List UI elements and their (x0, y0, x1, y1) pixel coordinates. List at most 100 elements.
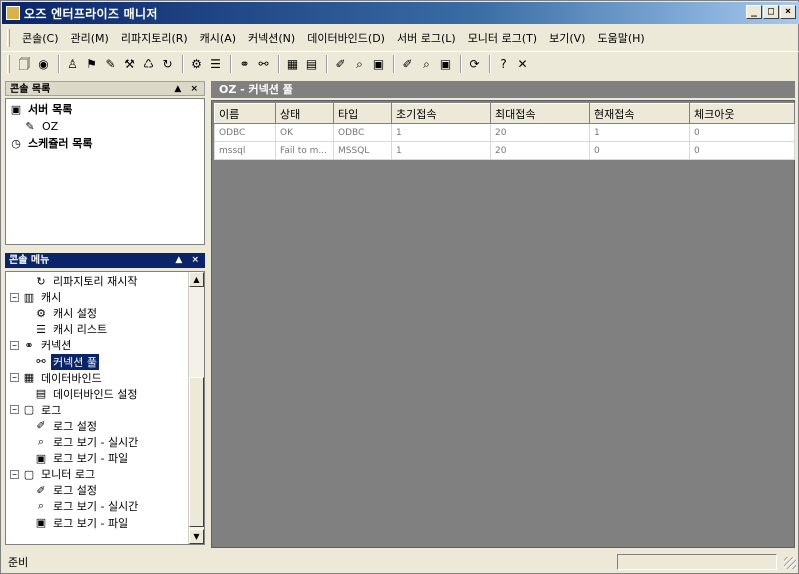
menu-tree-item[interactable]: ⚙ 캐시 설정 (34, 305, 99, 321)
menu-tree-label: 데이터바인드 설정 (53, 387, 138, 401)
table-cell: 0 (589, 141, 690, 160)
minimize-button[interactable]: _ (746, 5, 762, 19)
table-row[interactable]: ODBC OK ODBC 1 20 1 0 (214, 123, 795, 142)
toolbar-grip[interactable] (7, 55, 10, 73)
menu-tree-item[interactable]: ▣ 로그 보기 - 파일 (34, 450, 130, 466)
column-header[interactable]: 체크아웃 (689, 103, 795, 124)
menu-scrollbar[interactable]: ▲ ▼ (188, 272, 204, 544)
server-tree-item[interactable]: ✎ OZ (23, 118, 60, 134)
menu-tree-label: 모니터 로그 (41, 468, 96, 482)
column-header[interactable]: 초기접속 (391, 103, 491, 124)
collapse-icon[interactable]: − (10, 405, 19, 415)
column-header[interactable]: 이름 (214, 103, 276, 124)
menu-tree-label: 로그 보기 - 파일 (53, 516, 129, 530)
menu-item-7[interactable]: 모니터 로그(T) (462, 27, 543, 49)
collapse-icon[interactable]: − (10, 469, 19, 479)
server-pane-controls[interactable]: ▲ × (174, 82, 201, 97)
collapse-icon[interactable]: − (10, 340, 19, 350)
column-header[interactable]: 타입 (333, 103, 392, 124)
table-cell: 0 (689, 141, 795, 160)
collapse-icon[interactable]: − (10, 292, 19, 302)
server-tree: ▣ 서버 목록 ✎ OZ ◷ 스케쥴러 목록 (5, 98, 205, 245)
close-window-button[interactable]: × (780, 5, 796, 19)
toolbar-separator (460, 54, 462, 73)
collapse-icon[interactable]: − (10, 373, 19, 383)
menu-item-0[interactable]: 콘솔(C) (16, 27, 65, 49)
log-setting-icon[interactable]: ✐ (332, 55, 349, 73)
title-bar[interactable]: 오즈 엔터프라이즈 매니저 _ □ × (2, 2, 799, 24)
menu-pane-title: 콘솔 메뉴 (9, 255, 50, 266)
cache-setting-icon[interactable]: ⚙ (188, 55, 205, 73)
table-cell: ODBC (333, 123, 392, 142)
menu-tree-item[interactable]: − ▦ 데이터바인드 (10, 370, 104, 386)
server-tree-item[interactable]: ▣ 서버 목록 (9, 101, 74, 117)
menu-pane-controls[interactable]: ▲ × (175, 253, 202, 268)
connection-icon[interactable]: ⚭ (236, 55, 253, 73)
menu-tree-label: 로그 설정 (53, 484, 97, 498)
menu-tree-item[interactable]: ▣ 로그 보기 - 파일 (34, 515, 130, 531)
menu-tree-item[interactable]: ☰ 캐시 리스트 (34, 321, 109, 337)
column-header[interactable]: 최대접속 (490, 103, 590, 124)
toolbar-separator (58, 54, 60, 73)
connection-pool-icon[interactable]: ⚯ (255, 55, 272, 73)
help-icon[interactable]: ? (495, 55, 512, 73)
disconnect-icon[interactable]: ◉ (35, 55, 52, 73)
connection-icon: ⚭ (24, 338, 34, 352)
connect-icon[interactable]: 🗍 (16, 55, 33, 73)
menu-tree-label: 로그 설정 (53, 419, 97, 433)
refresh-icon[interactable]: ⟳ (466, 55, 483, 73)
permission-icon[interactable]: ✎ (102, 55, 119, 73)
scroll-down-arrow[interactable]: ▼ (189, 529, 204, 544)
scroll-thumb[interactable] (189, 377, 204, 527)
menu-tree-item[interactable]: − ▢ 로그 (10, 402, 63, 418)
repository-restart-icon[interactable]: ↻ (159, 55, 176, 73)
monitor-realtime-icon[interactable]: ⌕ (418, 55, 435, 73)
scroll-up-arrow[interactable]: ▲ (189, 272, 204, 287)
menu-tree-item[interactable]: ✐ 로그 설정 (34, 418, 99, 434)
table-cell: 1 (391, 141, 491, 160)
menu-item-8[interactable]: 보기(V) (543, 27, 591, 49)
cache-list-icon[interactable]: ☰ (207, 55, 224, 73)
user-icon[interactable]: ♙ (64, 55, 81, 73)
tools-icon[interactable]: ⚒ (121, 55, 138, 73)
resize-grip[interactable] (784, 557, 796, 569)
menu-item-1[interactable]: 관리(M) (65, 27, 115, 49)
monitor-file-icon[interactable]: ▣ (437, 55, 454, 73)
server-tree-label: 스케쥴러 목록 (28, 137, 93, 150)
column-header[interactable]: 현재접속 (589, 103, 690, 124)
log-file-icon[interactable]: ▣ (370, 55, 387, 73)
menu-item-6[interactable]: 서버 로그(L) (391, 27, 462, 49)
log-realtime-icon[interactable]: ⌕ (351, 55, 368, 73)
menu-item-2[interactable]: 리파지토리(R) (115, 27, 194, 49)
table-cell: 0 (689, 123, 795, 142)
monitor-realtime-icon: ⌕ (37, 499, 45, 513)
menu-tree-label: 로그 보기 - 실시간 (53, 436, 139, 449)
menu-tree-item[interactable]: − ▥ 캐시 (10, 289, 63, 305)
menu-item-9[interactable]: 도움말(H) (591, 27, 650, 49)
server-tree-label: 서버 목록 (28, 103, 73, 116)
menu-tree-item[interactable]: − ▢ 모니터 로그 (10, 466, 97, 482)
monitor-setting-icon[interactable]: ✐ (399, 55, 416, 73)
menu-item-4[interactable]: 커넥션(N) (242, 27, 301, 49)
repository-icon[interactable]: ♺ (140, 55, 157, 73)
column-header[interactable]: 상태 (275, 103, 334, 124)
server-icon: ✎ (25, 119, 35, 133)
menu-tree-item[interactable]: ⌕ 로그 보기 - 실시간 (34, 434, 140, 450)
repository-restart-icon: ↻ (36, 274, 46, 288)
menu-tree-item[interactable]: ↻ 리파지토리 재시작 (34, 273, 139, 289)
menu-tree-item[interactable]: − ⚭ 커넥션 (10, 337, 73, 353)
menu-tree-item[interactable]: ▤ 데이터바인드 설정 (34, 386, 139, 402)
menubar-grip[interactable] (7, 29, 10, 47)
close-icon[interactable]: ✕ (514, 55, 531, 73)
server-tree-item[interactable]: ◷ 스케쥴러 목록 (9, 135, 95, 151)
menu-tree-item[interactable]: ⌕ 로그 보기 - 실시간 (34, 498, 140, 514)
databind-setting-icon[interactable]: ▤ (303, 55, 320, 73)
menu-tree-item[interactable]: ⚯ 커넥션 풀 (34, 353, 99, 370)
table-row[interactable]: mssql Fail to m... MSSQL 1 20 0 0 (214, 141, 795, 160)
group-icon[interactable]: ⚑ (83, 55, 100, 73)
menu-item-3[interactable]: 캐시(A) (194, 27, 242, 49)
databind-icon[interactable]: ▦ (284, 55, 301, 73)
maximize-button[interactable]: □ (763, 5, 779, 19)
menu-tree-item[interactable]: ✐ 로그 설정 (34, 482, 99, 498)
menu-item-5[interactable]: 데이터바인드(D) (301, 27, 391, 49)
